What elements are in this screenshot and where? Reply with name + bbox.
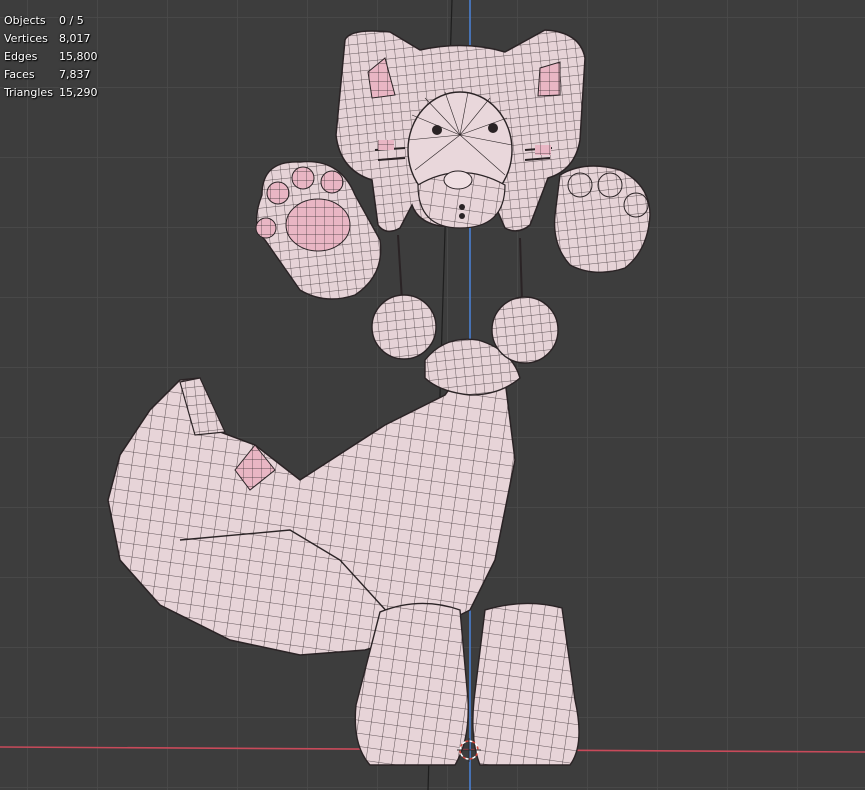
pom-pom-left[interactable] xyxy=(371,294,437,360)
stat-value: 15,290 xyxy=(59,86,98,99)
stat-value: 0 / 5 xyxy=(59,14,84,27)
button-bottom xyxy=(459,213,465,219)
stat-row-objects: Objects 0 / 5 xyxy=(4,12,98,30)
pom-pom-right[interactable] xyxy=(491,296,559,364)
cheek-pink-right xyxy=(535,145,551,155)
cheek-pink-left xyxy=(378,140,394,150)
stat-label: Edges xyxy=(4,50,38,63)
stat-row-faces: Faces 7,837 xyxy=(4,66,98,84)
stat-row-triangles: Triangles 15,290 xyxy=(4,84,98,102)
stat-label: Objects xyxy=(4,14,46,27)
stat-row-vertices: Vertices 8,017 xyxy=(4,30,98,48)
stat-label: Vertices xyxy=(4,32,48,45)
right-foot-mesh[interactable] xyxy=(472,602,580,766)
stat-label: Triangles xyxy=(4,86,53,99)
stat-row-edges: Edges 15,800 xyxy=(4,48,98,66)
button-top xyxy=(459,204,465,210)
right-paw-mesh[interactable] xyxy=(553,165,651,273)
nose xyxy=(443,170,473,190)
3d-viewport[interactable] xyxy=(0,0,865,790)
stat-value: 8,017 xyxy=(59,32,91,45)
stat-value: 15,800 xyxy=(59,50,98,63)
scene-statistics-overlay: Objects 0 / 5 Vertices 8,017 Edges 15,80… xyxy=(4,12,98,102)
stat-value: 7,837 xyxy=(59,68,91,81)
stat-label: Faces xyxy=(4,68,35,81)
ear-right xyxy=(537,61,561,97)
eye-left xyxy=(432,125,442,135)
eye-right xyxy=(488,123,498,133)
